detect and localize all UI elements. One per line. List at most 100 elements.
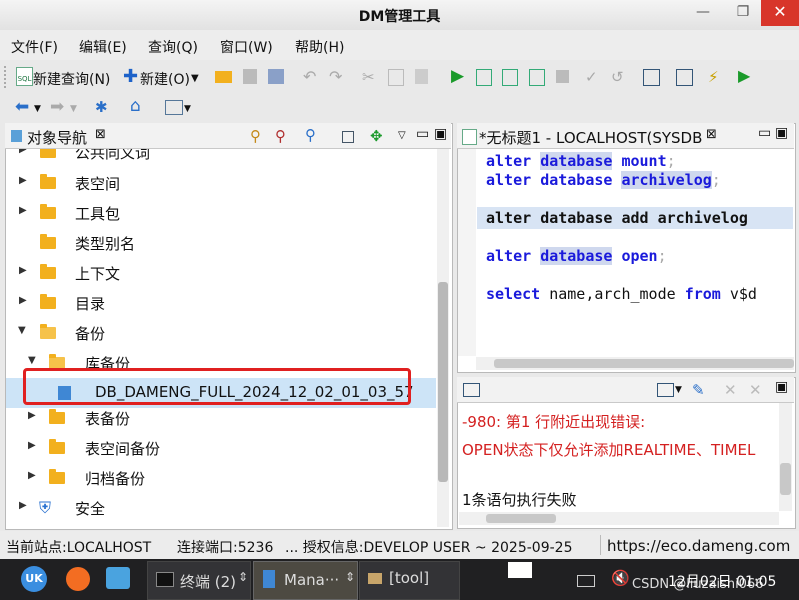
- editor-tab[interactable]: *无标题1 - LOCALHOST(SYSDB: [479, 127, 702, 148]
- forward-icon[interactable]: ➡: [50, 98, 64, 116]
- run-step-icon[interactable]: ▶: [738, 67, 750, 85]
- forward-dropdown-icon[interactable]: ▼: [70, 100, 77, 118]
- execute-plan-icon[interactable]: [502, 69, 518, 86]
- taskbar-manager[interactable]: Mana··· ⇕: [253, 561, 358, 600]
- new-query-button[interactable]: 新建查询(N): [33, 69, 110, 89]
- workspace-indicator[interactable]: [508, 562, 532, 578]
- save-icon[interactable]: [243, 69, 257, 84]
- refresh-icon[interactable]: ✥: [370, 127, 383, 145]
- cut-icon[interactable]: ✂: [362, 68, 375, 86]
- search-icon[interactable]: ⚲: [305, 126, 316, 144]
- minimize-icon[interactable]: —: [687, 0, 719, 26]
- menu-query[interactable]: 查询(Q): [148, 37, 198, 57]
- chevron-down-icon[interactable]: ▼: [191, 70, 199, 88]
- output-tab-bar: [457, 377, 794, 403]
- execute-icon[interactable]: ▶: [451, 67, 464, 85]
- open-folder-icon[interactable]: [215, 71, 232, 83]
- undo-icon[interactable]: ↶: [303, 68, 316, 86]
- collapse-all-icon[interactable]: [342, 131, 354, 143]
- collapse-arrow-icon[interactable]: ▼: [18, 325, 26, 336]
- paste-icon[interactable]: [415, 69, 428, 84]
- tree-item-tablespace[interactable]: ▶ 表空间: [6, 168, 436, 198]
- new-button[interactable]: 新建(O): [140, 69, 190, 89]
- output-hscrollbar-thumb[interactable]: [486, 514, 556, 523]
- maximize-output-icon[interactable]: ▣: [775, 379, 788, 395]
- file-manager-icon[interactable]: [106, 567, 130, 589]
- tree-item-synonyms[interactable]: ▶ 公共同义词: [6, 149, 436, 167]
- expand-arrow-icon[interactable]: ▶: [28, 470, 36, 481]
- close-icon[interactable]: ✕: [761, 0, 799, 26]
- new-query-icon[interactable]: SQL: [16, 67, 33, 86]
- new-plus-icon[interactable]: ✚: [123, 68, 138, 86]
- minimize-panel-icon[interactable]: ▭: [416, 125, 429, 143]
- volume-muted-icon[interactable]: 🔇: [611, 569, 630, 587]
- tree-item-security[interactable]: ▶ ⛨ 安全: [6, 493, 436, 523]
- editor-hscrollbar-thumb[interactable]: [494, 359, 794, 368]
- tree-item-archive-backup[interactable]: ▶ 归档备份: [6, 463, 436, 493]
- collapse-arrow-icon[interactable]: ▼: [28, 355, 36, 366]
- execute-file-icon[interactable]: [529, 69, 545, 86]
- save-all-icon[interactable]: [268, 69, 284, 84]
- menu-edit[interactable]: 编辑(E): [79, 37, 127, 57]
- tree-scrollbar-thumb[interactable]: [438, 282, 448, 482]
- copy-icon[interactable]: [388, 69, 404, 86]
- execute-script-icon[interactable]: [476, 69, 492, 86]
- expand-arrow-icon[interactable]: ▶: [28, 440, 36, 451]
- clear-output-icon[interactable]: ✎: [692, 381, 705, 399]
- bug-icon[interactable]: ✱: [95, 98, 108, 116]
- debug-icon[interactable]: ⚡: [708, 68, 719, 86]
- tree-item-table-backup[interactable]: ▶ 表备份: [6, 403, 436, 433]
- expand-arrow-icon[interactable]: ▶: [28, 410, 36, 421]
- query-history-icon[interactable]: [643, 69, 660, 86]
- close-tab-icon[interactable]: ⊠: [95, 127, 106, 142]
- status-url[interactable]: https://eco.dameng.com: [607, 537, 790, 555]
- tree-item-packages[interactable]: ▶ 工具包: [6, 198, 436, 228]
- tree-item-type-alias[interactable]: 类型别名: [6, 228, 436, 258]
- schedule-icon[interactable]: [676, 69, 693, 86]
- start-menu-icon[interactable]: UK: [21, 566, 47, 592]
- stop-icon[interactable]: [556, 70, 569, 83]
- expand-arrow-icon[interactable]: ▶: [19, 295, 27, 306]
- code-token: name: [549, 285, 586, 303]
- remove-all-icon[interactable]: ✕: [749, 381, 762, 399]
- tree-item-tablespace-backup[interactable]: ▶ 表空间备份: [6, 433, 436, 463]
- output-view-icon[interactable]: [657, 383, 674, 397]
- menu-help[interactable]: 帮助(H): [295, 37, 344, 57]
- tree-item-directory[interactable]: ▶ 目录: [6, 288, 436, 318]
- minimize-editor-icon[interactable]: ▭: [758, 125, 771, 141]
- expand-arrow-icon[interactable]: ▶: [19, 175, 27, 186]
- taskbar-folder[interactable]: [tool]: [359, 561, 460, 600]
- output-view-dropdown-icon[interactable]: ▼: [675, 385, 682, 395]
- layout-icon[interactable]: [165, 100, 183, 115]
- layout-dropdown-icon[interactable]: ▼: [184, 100, 191, 118]
- disconnect-icon[interactable]: ⚲: [275, 127, 286, 145]
- home-icon[interactable]: ⌂: [130, 97, 141, 115]
- close-editor-tab-icon[interactable]: ⊠: [706, 127, 717, 142]
- keyboard-icon[interactable]: [577, 575, 595, 587]
- commit-icon[interactable]: ✓: [585, 68, 598, 86]
- remove-icon[interactable]: ✕: [724, 381, 737, 399]
- taskbar-terminal[interactable]: 终端 (2) ⇕: [147, 561, 251, 600]
- navigator-tab[interactable]: 对象导航: [27, 127, 87, 148]
- view-menu-icon[interactable]: ▽: [398, 127, 406, 145]
- expand-arrow-icon[interactable]: ▶: [19, 149, 27, 155]
- maximize-panel-icon[interactable]: ▣: [434, 125, 447, 143]
- message-tab-icon[interactable]: [463, 383, 480, 397]
- menu-file[interactable]: 文件(F): [11, 37, 58, 57]
- menu-window[interactable]: 窗口(W): [220, 37, 273, 57]
- tree-item-context[interactable]: ▶ 上下文: [6, 258, 436, 288]
- output-vscrollbar-thumb[interactable]: [780, 463, 791, 495]
- rollback-icon[interactable]: ↺: [611, 68, 624, 86]
- toolbar-grip[interactable]: [4, 66, 8, 88]
- expand-arrow-icon[interactable]: ▶: [19, 205, 27, 216]
- maximize-editor-icon[interactable]: ▣: [775, 125, 788, 141]
- back-dropdown-icon[interactable]: ▼: [34, 100, 41, 118]
- connect-icon[interactable]: ⚲: [250, 127, 261, 145]
- maximize-icon[interactable]: ❐: [727, 0, 759, 26]
- redo-icon[interactable]: ↷: [329, 68, 342, 86]
- back-icon[interactable]: ⬅: [15, 98, 29, 116]
- expand-arrow-icon[interactable]: ▶: [19, 500, 27, 511]
- firefox-icon[interactable]: [66, 567, 90, 591]
- tree-item-backup[interactable]: ▼ 备份: [6, 318, 436, 348]
- expand-arrow-icon[interactable]: ▶: [19, 265, 27, 276]
